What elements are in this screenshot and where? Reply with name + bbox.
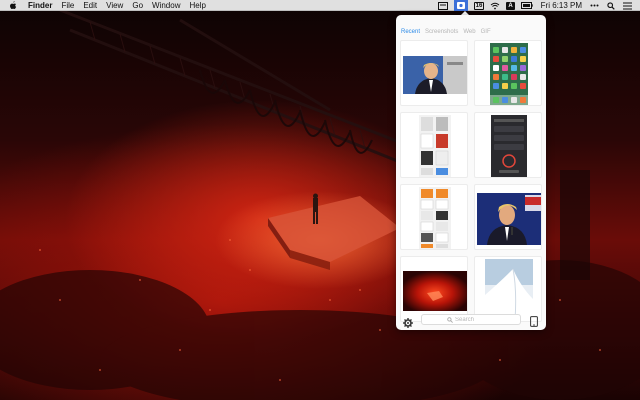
document-pages-image — [419, 115, 451, 177]
tab-web[interactable]: Web — [463, 29, 475, 35]
popover-tabs: Recent Screenshots Web GIF — [401, 29, 496, 35]
screenshot-popover: Recent Screenshots Web GIF — [396, 15, 546, 330]
phone-home-screen-image — [490, 43, 528, 105]
menu-bar: Finder File Edit View Go Window Help 16 … — [0, 0, 640, 11]
thumbnail-phone-app-screen[interactable] — [474, 112, 542, 178]
status-area: 16 A Fri 6:13 PM — [432, 0, 640, 11]
menu-edit[interactable]: Edit — [83, 0, 97, 11]
menu-app-name[interactable]: Finder — [28, 0, 52, 11]
menu-view[interactable]: View — [106, 0, 123, 11]
menu-window[interactable]: Window — [152, 0, 180, 11]
thumbnail-person-photo-flags[interactable] — [474, 184, 542, 250]
calendar-badge: 16 — [473, 1, 485, 10]
gear-icon[interactable] — [403, 315, 413, 328]
document-grid-image — [419, 187, 451, 249]
battery-icon[interactable] — [520, 0, 533, 11]
input-badge: A — [506, 1, 515, 10]
menu-file[interactable]: File — [61, 0, 74, 11]
phone-icon[interactable] — [530, 314, 538, 327]
tab-gif[interactable]: GIF — [481, 29, 491, 35]
menu-go[interactable]: Go — [132, 0, 143, 11]
search-icon[interactable] — [607, 0, 615, 11]
popover-footer — [396, 311, 546, 330]
thumbnail-person-photo[interactable] — [400, 40, 468, 106]
calendar-icon[interactable]: 16 — [473, 0, 485, 11]
screenshot-app-icon[interactable] — [453, 0, 468, 11]
search-field-icon — [447, 316, 453, 323]
apple-logo-icon[interactable] — [8, 0, 18, 10]
tab-recent[interactable]: Recent — [401, 29, 420, 35]
menu-clock[interactable]: Fri 6:13 PM — [541, 1, 582, 10]
menu-list-icon[interactable] — [623, 0, 632, 11]
text-input-icon[interactable]: A — [506, 0, 515, 11]
search-input[interactable] — [455, 316, 495, 323]
phone-app-screen-image — [491, 115, 527, 177]
cast-icon[interactable] — [437, 0, 448, 11]
wifi-icon[interactable] — [490, 0, 500, 11]
menu-help[interactable]: Help — [189, 0, 205, 11]
more-icon[interactable] — [590, 0, 599, 11]
person-photo-image — [403, 56, 467, 94]
thumbnail-document-grid[interactable] — [400, 184, 468, 250]
search-field[interactable] — [421, 314, 521, 325]
concert-photo-image — [403, 271, 467, 311]
thumbnail-document-pages[interactable] — [400, 112, 468, 178]
tab-screenshots[interactable]: Screenshots — [425, 29, 458, 35]
thumbnail-phone-home-screen[interactable] — [474, 40, 542, 106]
person-photo-flags-image — [477, 193, 541, 245]
